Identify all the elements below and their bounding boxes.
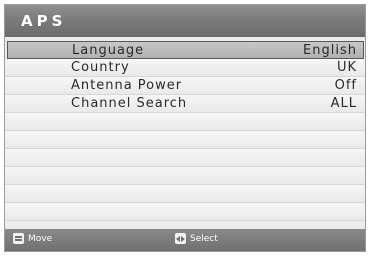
move-hint: Move <box>13 233 52 244</box>
move-hint-label: Move <box>28 233 53 244</box>
leftright-icon <box>175 233 186 244</box>
menu-empty-row <box>5 167 365 185</box>
menu-list: Language English Country UK Antenna Powe… <box>5 37 365 229</box>
menu-item-label: Channel Search <box>71 96 188 111</box>
menu-item-value: Off <box>334 78 357 93</box>
menu-empty-row <box>5 149 365 167</box>
menu-item-value: English <box>303 43 357 58</box>
menu-item-label: Antenna Power <box>71 78 183 93</box>
menu-empty-row <box>5 113 365 131</box>
menu-footer: Move Select <box>5 229 365 251</box>
menu-empty-row <box>5 185 365 203</box>
menu-empty-row <box>5 131 365 149</box>
aps-menu-window: APS Language English Country UK Antenna … <box>4 4 366 252</box>
select-hint-label: Select <box>190 233 218 244</box>
menu-item-antenna-power[interactable]: Antenna Power Off <box>5 77 365 95</box>
menu-header: APS <box>5 5 365 37</box>
menu-empty-row <box>5 203 365 221</box>
menu-title: APS <box>21 12 67 30</box>
menu-item-language[interactable]: Language English <box>7 41 364 59</box>
menu-item-country[interactable]: Country UK <box>5 59 365 77</box>
menu-item-value: ALL <box>330 96 357 111</box>
menu-item-label: Country <box>71 60 130 75</box>
menu-item-channel-search[interactable]: Channel Search ALL <box>5 95 365 113</box>
menu-item-value: UK <box>336 60 357 75</box>
menu-item-label: Language <box>72 43 145 58</box>
updown-icon <box>13 233 24 244</box>
select-hint: Select <box>175 233 218 244</box>
